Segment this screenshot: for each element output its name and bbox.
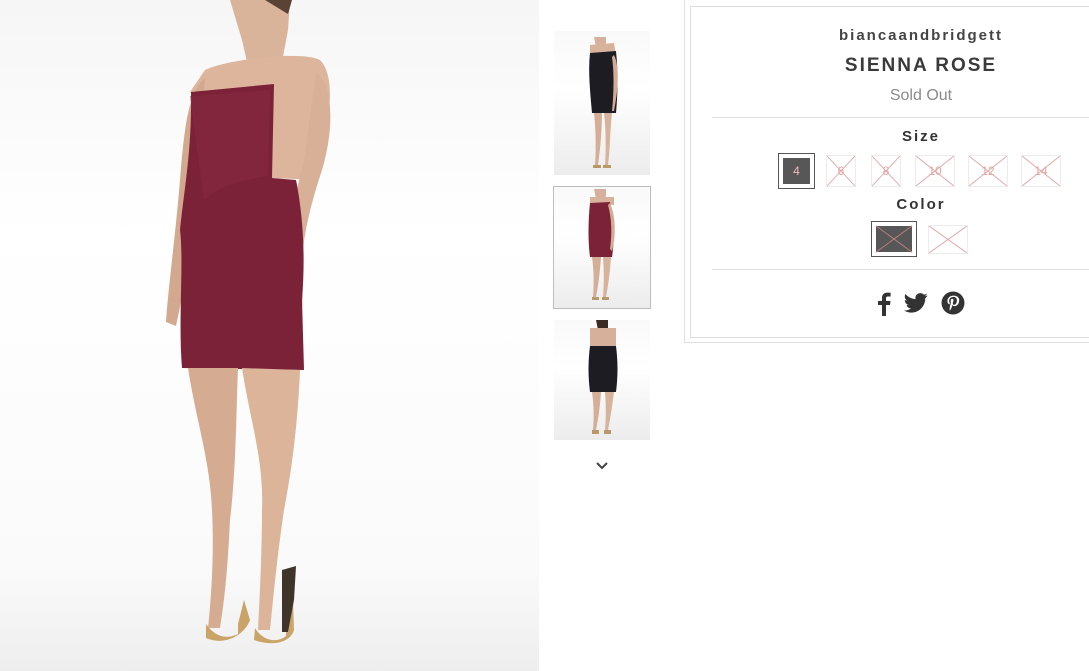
twitter-icon: [904, 293, 928, 313]
size-option-6[interactable]: 6: [826, 155, 856, 187]
facebook-share-button[interactable]: [874, 289, 894, 317]
model-photo: [166, 0, 331, 644]
color-option-charcoal[interactable]: [871, 221, 917, 257]
main-product-image[interactable]: [0, 0, 539, 671]
size-label: Size: [901, 128, 940, 145]
divider: [712, 117, 1089, 118]
size-option-label: 6: [837, 164, 845, 178]
size-option-8[interactable]: 8: [871, 155, 901, 187]
stock-status: Sold Out: [889, 87, 953, 104]
twitter-share-button[interactable]: [902, 290, 930, 316]
thumbnail-image: [588, 189, 615, 300]
size-option-4[interactable]: 4: [778, 153, 815, 189]
brand-name[interactable]: biancaandbridgett: [760, 27, 1082, 44]
size-option-label: 10: [928, 164, 942, 178]
thumbnail-black-front[interactable]: [554, 31, 650, 175]
size-option-label: 12: [981, 164, 995, 178]
unavailable-cross-icon: [929, 226, 967, 253]
thumbnail-image: [589, 37, 618, 168]
pinterest-share-button[interactable]: [939, 289, 967, 317]
color-label: Color: [896, 196, 946, 213]
color-option-white[interactable]: [928, 225, 968, 254]
thumbnail-burgundy-side[interactable]: [553, 186, 651, 309]
divider: [712, 269, 1089, 270]
size-option-label: 8: [882, 164, 890, 178]
size-option-label: 4: [793, 164, 800, 178]
chevron-down-icon: [596, 462, 608, 470]
size-option-label: 14: [1034, 164, 1048, 178]
facebook-icon: [878, 292, 891, 316]
size-option-10[interactable]: 10: [915, 155, 955, 187]
size-option-12[interactable]: 12: [968, 155, 1008, 187]
pinterest-icon: [941, 291, 965, 315]
product-title: SIENNA ROSE: [844, 55, 998, 76]
thumbnail-image: [588, 320, 618, 434]
thumbnail-black-back[interactable]: [554, 320, 650, 440]
unavailable-cross-icon: [875, 225, 913, 253]
size-option-14[interactable]: 14: [1021, 155, 1061, 187]
thumbnails-next-button[interactable]: [591, 455, 613, 477]
